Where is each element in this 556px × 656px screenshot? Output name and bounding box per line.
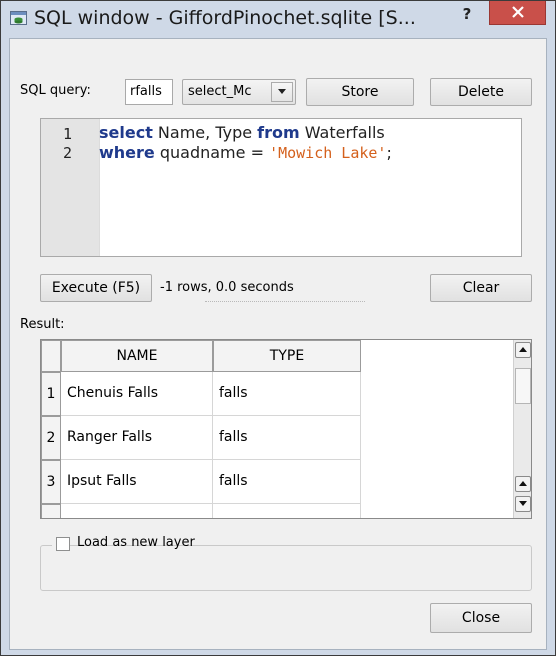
table-cell-type[interactable]: falls — [213, 416, 361, 460]
column-header-name[interactable]: NAME — [61, 340, 213, 372]
sql-window-icon — [10, 11, 27, 25]
load-layer-label: Load as new layer — [77, 535, 195, 550]
row-header[interactable]: 1 — [41, 372, 61, 416]
row-header[interactable]: 2 — [41, 416, 61, 460]
scroll-up-button-lower[interactable] — [515, 476, 531, 492]
keyword-select: select — [99, 123, 153, 142]
arrow-down-icon — [519, 501, 527, 506]
window-title: SQL window - GiffordPinochet.sqlite [S..… — [34, 7, 416, 29]
sql-editor[interactable]: 1 2 select Name, Type from Waterfalls wh… — [40, 118, 522, 257]
vertical-scrollbar[interactable] — [513, 340, 531, 518]
table-corner[interactable] — [41, 340, 61, 372]
code-line-1: select Name, Type from Waterfalls — [99, 123, 385, 142]
table-cell-name[interactable]: Chenuis Falls — [61, 372, 213, 416]
code-punctuation: , Type — [205, 123, 258, 142]
delete-button[interactable]: Delete — [430, 78, 532, 106]
code-text: quadname = — [154, 143, 270, 162]
close-icon — [512, 6, 524, 18]
dropdown-button[interactable] — [271, 82, 293, 102]
stored-query-value: select_Mc — [188, 84, 252, 99]
line-number-gutter: 1 2 — [41, 119, 100, 256]
table-cell-type[interactable] — [213, 504, 361, 518]
sql-window: SQL window - GiffordPinochet.sqlite [S..… — [0, 0, 556, 656]
execute-button[interactable]: Execute (F5) — [40, 274, 152, 302]
arrow-up-icon — [519, 481, 527, 486]
sql-query-label: SQL query: — [20, 83, 91, 98]
chevron-down-icon — [278, 89, 286, 94]
help-button[interactable]: ? — [457, 4, 477, 24]
clear-button[interactable]: Clear — [430, 274, 532, 302]
execution-status: -1 rows, 0.0 seconds — [160, 280, 294, 295]
title-bar[interactable]: SQL window - GiffordPinochet.sqlite [S..… — [1, 1, 555, 35]
scroll-up-button[interactable] — [515, 342, 531, 358]
load-layer-checkbox[interactable] — [56, 537, 70, 551]
splitter-handle[interactable] — [205, 301, 365, 306]
scroll-down-button[interactable] — [515, 496, 531, 512]
code-line-2: where quadname = 'Mowich Lake'; — [99, 143, 392, 162]
string-literal: 'Mowich Lake' — [269, 144, 387, 162]
load-layer-group — [40, 545, 532, 591]
line-number: 2 — [63, 144, 73, 162]
code-text: ; — [386, 143, 392, 162]
table-cell-type[interactable]: falls — [213, 460, 361, 504]
result-table: NAME TYPE 1 Chenuis Falls falls 2 Ranger… — [40, 339, 532, 519]
table-cell-name[interactable] — [61, 504, 213, 518]
load-layer-toggle[interactable]: Load as new layer — [52, 534, 195, 554]
code-text: Name — [152, 123, 206, 142]
scroll-thumb[interactable] — [515, 368, 531, 404]
table-cell-name[interactable]: Ipsut Falls — [61, 460, 213, 504]
column-header-type[interactable]: TYPE — [213, 340, 361, 372]
keyword-where: where — [99, 143, 155, 162]
row-header[interactable]: 3 — [41, 460, 61, 504]
result-label: Result: — [20, 317, 65, 332]
table-cell-type[interactable]: falls — [213, 372, 361, 416]
window-close-button[interactable] — [489, 1, 546, 25]
stored-query-select[interactable]: select_Mc — [182, 79, 296, 105]
code-text: Waterfalls — [299, 123, 385, 142]
close-button[interactable]: Close — [430, 603, 532, 633]
store-button[interactable]: Store — [306, 78, 414, 106]
line-number: 1 — [63, 125, 73, 143]
keyword-from: from — [257, 123, 300, 142]
arrow-up-icon — [519, 347, 527, 352]
query-name-input[interactable]: rfalls — [125, 79, 173, 105]
table-cell-name[interactable]: Ranger Falls — [61, 416, 213, 460]
dialog-body: SQL query: rfalls select_Mc Store Delete… — [9, 38, 547, 650]
row-header[interactable] — [41, 504, 61, 518]
